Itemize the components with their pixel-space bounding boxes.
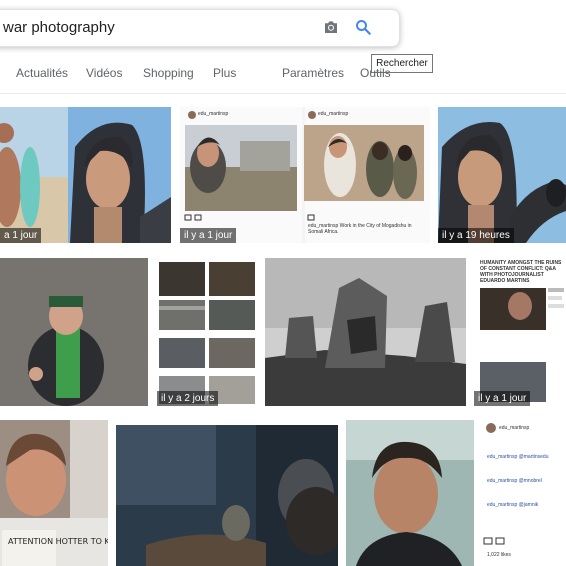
tabs-divider: [0, 93, 566, 94]
image-result-3-thumbnail: [438, 107, 566, 243]
article-title: HUMANITY AMONGST THE RUINS OF CONSTANT C…: [480, 260, 562, 284]
image-result-3[interactable]: il y a 19 heures: [438, 107, 566, 243]
image-result-1[interactable]: a 1 jour: [0, 107, 171, 243]
camera-icon[interactable]: [322, 18, 340, 36]
result-timestamp: il y a 19 heures: [438, 228, 514, 243]
image-result-4[interactable]: [0, 258, 148, 406]
tab-plus[interactable]: Plus: [213, 66, 236, 80]
post-comment: edu_martinsp @jamnik: [487, 502, 539, 508]
image-result-6[interactable]: [265, 258, 466, 406]
image-result-9-thumbnail: [116, 425, 338, 566]
tab-actualites[interactable]: Actualités: [16, 66, 68, 80]
result-timestamp: a 1 jour: [0, 228, 42, 243]
image-result-8[interactable]: ATTENTION HOTTER TO KEEP: [0, 420, 108, 566]
post-caption: edu_martinsp Work in the City of Mogadis…: [308, 223, 412, 235]
image-result-7[interactable]: HUMANITY AMONGST THE RUINS OF CONSTANT C…: [474, 258, 566, 406]
post-username: edu_martinsp: [318, 111, 349, 117]
result-timestamp: il y a 1 jour: [180, 228, 237, 243]
post-likes: 1,022 likes: [487, 552, 511, 558]
image-result-11-thumbnail: [482, 418, 566, 566]
image-result-1-thumbnail: [0, 107, 171, 243]
image-result-9[interactable]: [116, 425, 338, 566]
image-result-5-thumbnail: [157, 258, 257, 406]
search-tabs: Actualités Vidéos Shopping Plus Paramètr…: [0, 62, 566, 84]
search-icon[interactable]: [354, 18, 372, 36]
image-result-2[interactable]: edu_martinsp edu_martinsp edu_martinsp W…: [180, 107, 430, 243]
image-result-6-thumbnail: [265, 258, 466, 406]
mug-text: ATTENTION HOTTER TO KEEP: [8, 537, 108, 546]
post-comment: edu_martinsp @martinsedu: [487, 454, 549, 460]
search-box[interactable]: war photography: [0, 9, 400, 47]
image-result-10[interactable]: [346, 420, 474, 566]
image-result-4-thumbnail: [0, 258, 148, 406]
tab-shopping[interactable]: Shopping: [143, 66, 194, 80]
tab-outils[interactable]: Outils: [360, 66, 391, 80]
tab-videos[interactable]: Vidéos: [86, 66, 122, 80]
image-result-8-thumbnail: ATTENTION HOTTER TO KEEP: [0, 420, 108, 566]
post-comment: edu_martinsp @mnobrel: [487, 478, 542, 484]
image-result-5[interactable]: il y a 2 jours: [157, 258, 257, 406]
image-result-10-thumbnail: [346, 420, 474, 566]
tab-parametres[interactable]: Paramètres: [282, 66, 344, 80]
result-timestamp: il y a 2 jours: [157, 391, 219, 406]
search-input[interactable]: war photography: [3, 19, 115, 36]
result-timestamp: il y a 1 jour: [474, 391, 531, 406]
post-username: edu_martinsp: [499, 425, 530, 431]
image-result-11[interactable]: edu_martinsp edu_martinsp @martinsedu ed…: [482, 418, 566, 566]
post-username: edu_martinsp: [198, 111, 229, 117]
